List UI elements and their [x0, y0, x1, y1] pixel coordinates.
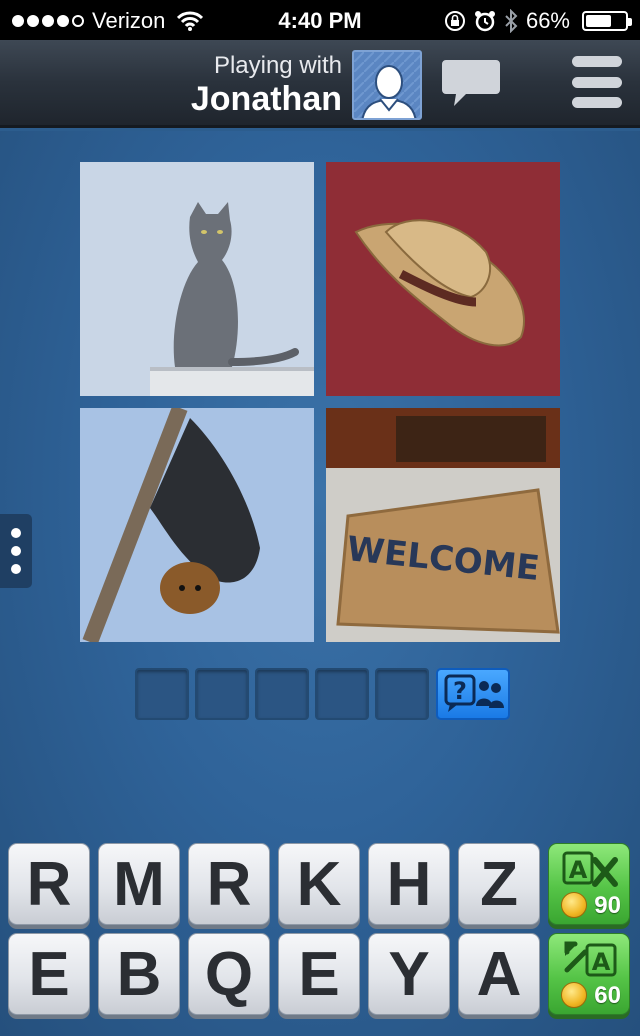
letter-key[interactable]: M — [98, 843, 180, 925]
bluetooth-icon — [505, 9, 518, 33]
letter-key[interactable]: Z — [458, 843, 540, 925]
alarm-clock-icon — [474, 11, 495, 32]
side-drawer-handle[interactable] — [0, 514, 32, 588]
battery-icon — [582, 11, 632, 31]
remove-letters-button[interactable]: A 90 — [548, 843, 630, 925]
person-avatar-icon[interactable] — [352, 50, 422, 120]
status-right: 66% — [444, 8, 632, 34]
letter-key[interactable]: Q — [188, 933, 270, 1015]
letter-key[interactable]: R — [8, 843, 90, 925]
rotation-lock-icon — [444, 11, 465, 31]
opponent-name[interactable]: Jonathan — [191, 80, 342, 119]
game-board: WELCOME ? R M R K H Z A 90 E B Q E Y A A… — [0, 131, 640, 1036]
picture-mat[interactable]: WELCOME — [326, 408, 560, 642]
letter-key[interactable]: B — [98, 933, 180, 1015]
reveal-letter-cost: 60 — [594, 982, 621, 1009]
answer-slot-3[interactable] — [255, 668, 309, 720]
picture-bat[interactable] — [80, 408, 314, 642]
remove-letters-cost: 90 — [594, 892, 621, 919]
question-and-people-icon[interactable]: ? — [436, 668, 510, 720]
battery-percent: 66% — [525, 8, 570, 33]
game-header: Playing with Jonathan — [0, 40, 640, 128]
answer-slot-5[interactable] — [375, 668, 429, 720]
letter-key[interactable]: E — [278, 933, 360, 1015]
answer-slot-2[interactable] — [195, 668, 249, 720]
picture-cat[interactable] — [80, 162, 314, 396]
battery-level-fill — [586, 15, 611, 27]
letter-key[interactable]: Y — [368, 933, 450, 1015]
hamburger-menu-icon[interactable] — [572, 56, 622, 108]
letter-reveal-icon: A — [564, 941, 617, 977]
reveal-letter-button[interactable]: A 60 — [548, 933, 630, 1015]
playing-with-label: Playing with — [213, 52, 342, 79]
coin-icon — [561, 892, 587, 918]
letter-key[interactable]: A — [458, 933, 540, 1015]
answer-slot-1[interactable] — [135, 668, 189, 720]
letter-key[interactable]: R — [188, 843, 270, 925]
letter-remove-icon: A — [562, 851, 618, 887]
picture-hat[interactable] — [326, 162, 560, 396]
speech-bubble-icon[interactable] — [440, 56, 502, 110]
svg-text:?: ? — [453, 677, 467, 705]
letter-key[interactable]: H — [368, 843, 450, 925]
letter-key[interactable]: K — [278, 843, 360, 925]
svg-text:A: A — [569, 856, 588, 884]
answer-slot-4[interactable] — [315, 668, 369, 720]
coin-icon — [561, 982, 587, 1008]
status-bar: Verizon 4:40 PM 66% — [0, 0, 640, 40]
letter-key[interactable]: E — [8, 933, 90, 1015]
svg-text:A: A — [592, 948, 611, 976]
